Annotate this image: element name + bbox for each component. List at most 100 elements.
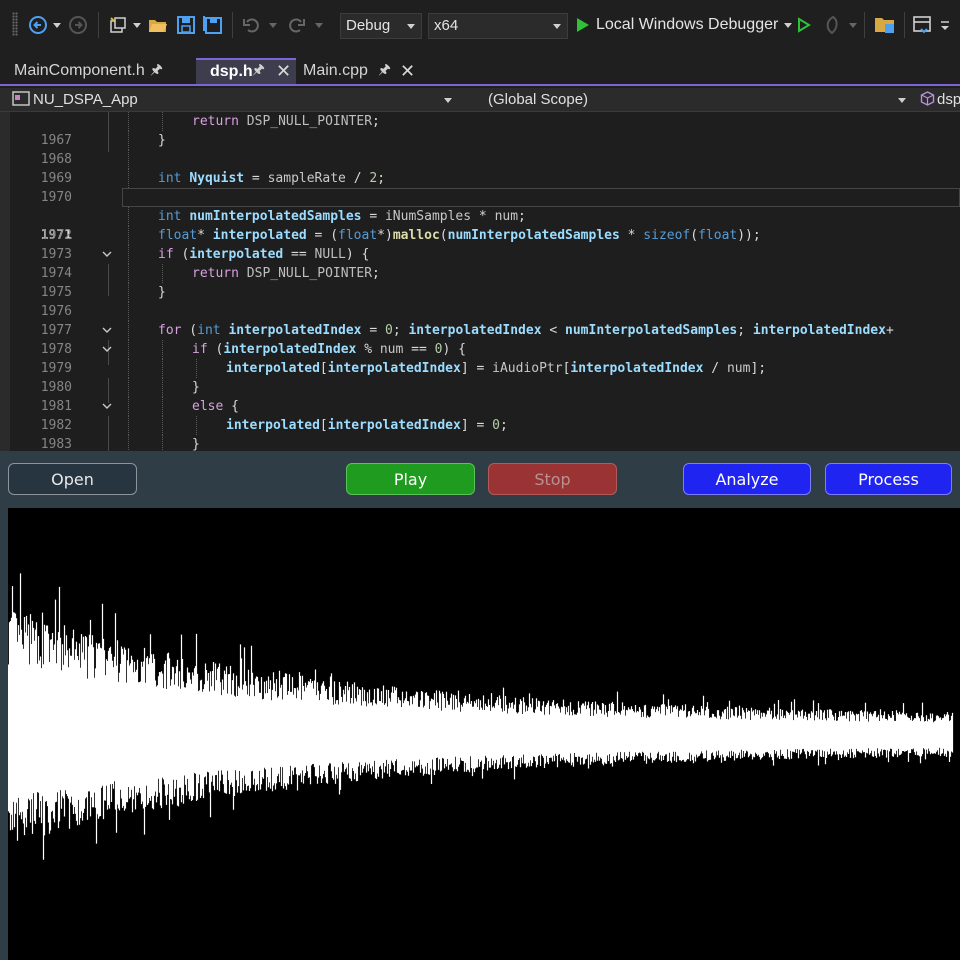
- collapse-chevron-icon[interactable]: [102, 340, 112, 359]
- configuration-select[interactable]: Debug: [340, 13, 422, 39]
- indent-guide: [128, 226, 129, 245]
- new-item-icon[interactable]: [106, 12, 130, 38]
- indent-guide: [162, 112, 163, 131]
- collapse-chevron-icon[interactable]: [102, 397, 112, 416]
- tab-label: MainComponent.h: [14, 62, 145, 79]
- play-button[interactable]: Play: [346, 463, 475, 495]
- collapse-chevron-icon[interactable]: [102, 321, 112, 340]
- code-line[interactable]: 1976 }: [0, 283, 960, 319]
- code-line[interactable]: 1984 }: [0, 435, 960, 451]
- code-line[interactable]: 1975 return DSP_NULL_POINTER;: [0, 264, 960, 300]
- chevron-down-icon: [898, 88, 906, 112]
- indent-guide: [128, 264, 129, 283]
- collapse-chevron-icon[interactable]: [102, 245, 112, 264]
- scope-value: (Global Scope): [488, 91, 589, 108]
- navigate-back-icon[interactable]: [26, 12, 50, 38]
- window-layout-icon[interactable]: [910, 12, 934, 38]
- navigate-back-dropdown-icon[interactable]: [52, 12, 62, 38]
- undo-dropdown-icon[interactable]: [268, 12, 278, 38]
- platform-select[interactable]: x64: [428, 13, 568, 39]
- code-text: interpolated[interpolatedIndex] = iAudio…: [226, 361, 767, 376]
- toolbar-separator: [232, 12, 233, 38]
- code-editor[interactable]: 1967 return DSP_NULL_POINTER; 1968 } 196…: [0, 112, 960, 451]
- indent-guide: [128, 359, 129, 378]
- code-text: interpolated[interpolatedIndex] = 0;: [226, 418, 508, 433]
- code-text: int numInterpolatedSamples = iNumSamples…: [158, 209, 526, 224]
- waveform-trace: [8, 573, 954, 860]
- chevron-down-icon: [407, 14, 415, 38]
- tab-label: Main.cpp: [303, 62, 368, 79]
- navigate-forward-icon[interactable]: [66, 12, 90, 38]
- code-line[interactable]: 1972 int numInterpolatedSamples = iNumSa…: [0, 207, 960, 243]
- save-all-icon[interactable]: [201, 12, 225, 38]
- close-icon[interactable]: ✕: [400, 58, 415, 84]
- hot-reload-dropdown-icon[interactable]: [848, 12, 858, 38]
- code-line[interactable]: 1980 interpolated[interpolatedIndex] = i…: [0, 359, 960, 395]
- member-select[interactable]: dsp: [920, 88, 960, 112]
- project-select[interactable]: NU_DSPA_App: [12, 88, 462, 112]
- code-line[interactable]: 1982 else {: [0, 397, 960, 433]
- pin-icon[interactable]: 🖈: [252, 58, 265, 84]
- toolbar-overflow-icon[interactable]: [938, 12, 952, 38]
- code-line[interactable]: 1983 interpolated[interpolatedIndex] = 0…: [0, 416, 960, 451]
- close-icon[interactable]: ✕: [276, 58, 291, 84]
- pin-icon[interactable]: 🖈: [150, 58, 163, 84]
- indent-guide: [128, 283, 129, 302]
- save-icon[interactable]: [174, 12, 198, 38]
- code-text: else {: [192, 399, 239, 414]
- code-text: }: [158, 285, 166, 300]
- toolbar-grip[interactable]: [12, 12, 18, 36]
- process-button[interactable]: Process: [825, 463, 952, 495]
- cube-icon: [920, 91, 935, 106]
- code-line-current[interactable]: 1971: [0, 188, 960, 243]
- code-line[interactable]: 1968 }: [0, 131, 960, 167]
- code-text: if (interpolatedIndex % num == 0) {: [192, 342, 466, 357]
- open-button[interactable]: Open: [8, 463, 137, 495]
- hot-reload-icon[interactable]: [820, 12, 846, 38]
- code-line[interactable]: 1969: [0, 150, 960, 186]
- code-line[interactable]: 1967 return DSP_NULL_POINTER;: [0, 112, 960, 148]
- indent-guide: [128, 207, 129, 226]
- code-line[interactable]: 1974 if (interpolated == NULL) {: [0, 245, 960, 281]
- tab-label: dsp.h: [210, 63, 253, 80]
- redo-icon[interactable]: [284, 12, 308, 38]
- chevron-down-icon: [553, 14, 561, 38]
- indent-guide: [128, 397, 129, 416]
- code-line[interactable]: 1979 if (interpolatedIndex % num == 0) {: [0, 340, 960, 376]
- undo-icon[interactable]: [240, 12, 264, 38]
- indent-guide: [162, 378, 163, 397]
- toolbar-separator: [98, 12, 99, 38]
- play-icon: [577, 18, 589, 32]
- chevron-down-icon: [444, 88, 452, 112]
- toolbar-separator: [904, 12, 905, 38]
- indent-guide: [162, 435, 163, 451]
- stop-button[interactable]: Stop: [488, 463, 617, 495]
- code-text: }: [158, 133, 166, 148]
- pin-icon[interactable]: 🖈: [378, 58, 391, 84]
- indent-guide: [128, 321, 129, 340]
- code-line[interactable]: 1978 for (int interpolatedIndex = 0; int…: [0, 321, 960, 357]
- indent-guide: [128, 169, 129, 188]
- indent-guide: [128, 340, 129, 359]
- code-line[interactable]: 1973 float* interpolated = (float*)mallo…: [0, 226, 960, 262]
- navigation-bar: NU_DSPA_App (Global Scope) dsp: [0, 88, 960, 112]
- start-without-debugging-icon[interactable]: [794, 12, 814, 38]
- redo-dropdown-icon[interactable]: [314, 12, 324, 38]
- toolbar-separator: [864, 12, 865, 38]
- indent-guide: [162, 416, 163, 435]
- current-line-highlight: [122, 188, 960, 207]
- code-text: for (int interpolatedIndex = 0; interpol…: [158, 323, 894, 338]
- analyze-button[interactable]: Analyze: [683, 463, 811, 495]
- start-debugging-button[interactable]: Local Windows Debugger: [576, 12, 793, 38]
- waveform-display[interactable]: [8, 508, 960, 960]
- scope-select[interactable]: (Global Scope): [488, 88, 908, 112]
- new-item-dropdown-icon[interactable]: [132, 12, 142, 38]
- code-line[interactable]: 1977: [0, 302, 960, 338]
- solution-explorer-icon[interactable]: [872, 12, 898, 38]
- indent-guide: [196, 416, 197, 435]
- open-file-icon[interactable]: [146, 12, 170, 38]
- indent-guide: [128, 150, 129, 169]
- indent-guide: [128, 131, 129, 150]
- code-line[interactable]: 1970 int Nyquist = sampleRate / 2;: [0, 169, 960, 205]
- code-line[interactable]: 1981 }: [0, 378, 960, 414]
